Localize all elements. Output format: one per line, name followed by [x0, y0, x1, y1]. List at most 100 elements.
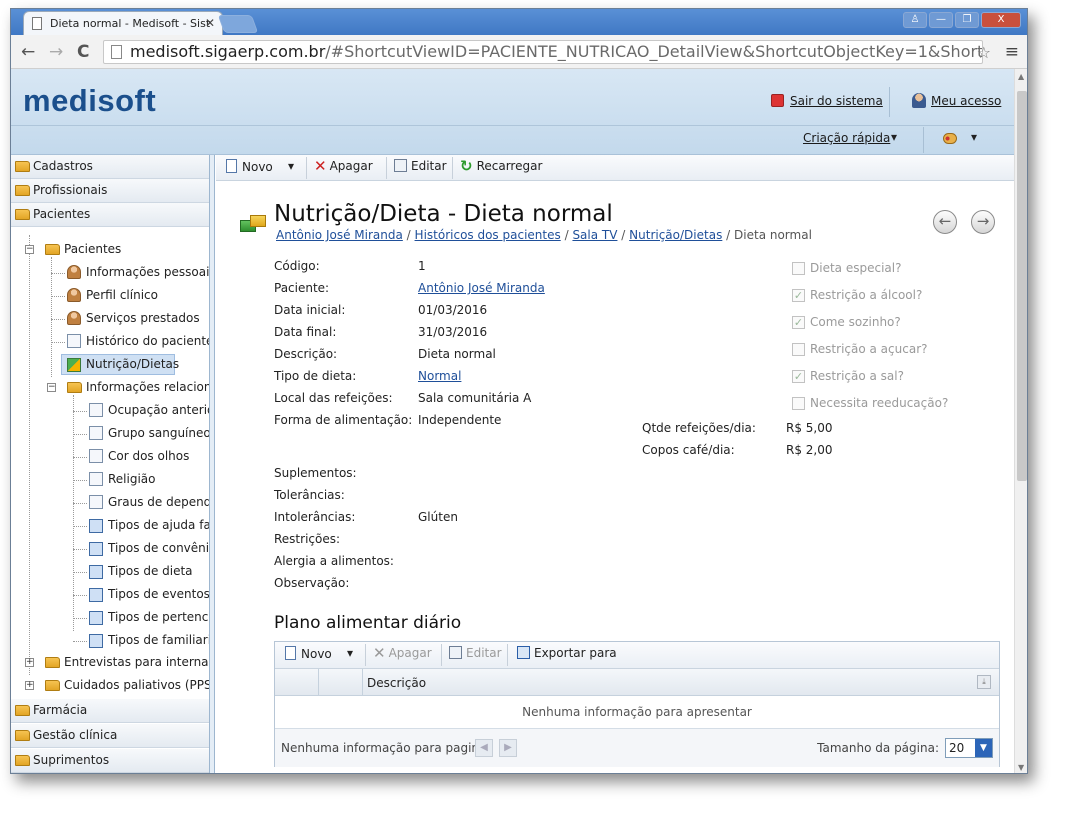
tree-node-tipos-convenio[interactable]: Tipos de convênio: [108, 541, 209, 555]
diet-type-link[interactable]: Normal: [418, 369, 461, 383]
export-button[interactable]: Exportar para: [517, 646, 617, 660]
tree-node-entrevistas[interactable]: Entrevistas para internação: [64, 655, 209, 669]
grid-edit-button[interactable]: Editar: [449, 646, 502, 660]
checkbox-reeducacao[interactable]: Necessita reeducação?: [792, 396, 948, 410]
grid-new-button[interactable]: Novo: [285, 646, 332, 661]
tree-node-tipos-familiaridade[interactable]: Tipos de familiarida: [108, 633, 209, 647]
minimize-button[interactable]: —: [929, 12, 953, 28]
tree-node-tipos-dieta[interactable]: Tipos de dieta: [108, 564, 193, 578]
tree-node-tipos-ajuda[interactable]: Tipos de ajuda fam: [108, 518, 209, 532]
main-content: Novo ▾ ✕ Apagar Editar ↻ Recarregar Nutriç…: [216, 155, 1014, 773]
breadcrumb-link[interactable]: Sala TV: [572, 228, 617, 242]
next-page-button[interactable]: ▶: [499, 739, 517, 757]
scrollbar-thumb[interactable]: [1017, 91, 1027, 481]
sidebar-group-pacientes[interactable]: Pacientes: [11, 203, 209, 227]
sidebar-group-profissionais[interactable]: Profissionais: [11, 179, 209, 203]
scroll-up-icon[interactable]: ▲: [1018, 72, 1024, 81]
tree-node-nutricao-dietas[interactable]: Nutrição/Dietas: [86, 357, 179, 371]
tree-node-grupo-sanguineo[interactable]: Grupo sanguíneo: [108, 426, 209, 440]
select-column[interactable]: [275, 669, 319, 696]
splitter[interactable]: [210, 155, 215, 773]
tree-node-historico-paciente[interactable]: Histórico do paciente: [86, 334, 209, 348]
divider: [441, 644, 442, 666]
edit-button[interactable]: Editar: [394, 159, 447, 173]
window-controls: ♙ — ❐ X: [903, 12, 1021, 28]
checkbox-restricao-sal[interactable]: ✓ Restrição a sal?: [792, 369, 904, 383]
url-input[interactable]: medisoft.sigaerp.com.br/#ShortcutViewID=…: [103, 40, 983, 64]
sidebar-group-cadastros[interactable]: Cadastros: [11, 155, 209, 179]
chevron-down-icon[interactable]: ▾: [347, 646, 353, 660]
breadcrumb-separator: /: [621, 228, 626, 242]
tree-node-pacientes[interactable]: Pacientes: [64, 242, 121, 256]
tree-node-religiao[interactable]: Religião: [108, 472, 156, 486]
expand-toggle[interactable]: +: [25, 681, 34, 690]
reload-button[interactable]: ↻ Recarregar: [460, 157, 542, 175]
star-icon[interactable]: ☆: [977, 43, 991, 62]
logout-link[interactable]: Sair do sistema: [790, 94, 883, 108]
breadcrumb-link[interactable]: Nutrição/Dietas: [629, 228, 722, 242]
patient-link[interactable]: Antônio José Miranda: [418, 281, 545, 295]
scroll-down-icon[interactable]: ▼: [1018, 763, 1024, 772]
page-size-select[interactable]: 20 ▼: [945, 738, 993, 758]
tree-node-graus-dependencia[interactable]: Graus de dependê: [108, 495, 209, 509]
sidebar-group-farmacia[interactable]: Farmácia: [11, 699, 209, 723]
previous-page-button[interactable]: ◀: [475, 739, 493, 757]
grid-pager: Nenhuma informação para paginar ◀ ▶ Tama…: [275, 728, 999, 767]
palette-icon[interactable]: [943, 133, 957, 144]
maximize-button[interactable]: ❐: [955, 12, 979, 28]
browser-tab[interactable]: Dieta normal - Medisoft - Sist ✕: [23, 11, 223, 35]
previous-record-button[interactable]: ←: [933, 210, 957, 234]
new-button[interactable]: Novo: [226, 159, 273, 174]
delete-icon: ✕: [314, 157, 327, 175]
tree-node-servicos-prestados[interactable]: Serviços prestados: [86, 311, 200, 325]
breadcrumb-link[interactable]: Antônio José Miranda: [276, 228, 403, 242]
sidebar-group-gestao-clinica[interactable]: Gestão clínica: [11, 724, 209, 748]
reload-icon[interactable]: C: [77, 42, 89, 62]
tree-node-ocupacao-anterior[interactable]: Ocupação anterior: [108, 403, 209, 417]
back-icon[interactable]: ←: [21, 42, 35, 62]
tree-node-cuidados-paliativos[interactable]: Cuidados paliativos (PPS): [64, 678, 209, 692]
new-tab-button[interactable]: [217, 15, 259, 33]
breadcrumb: Antônio José Miranda / Históricos dos pa…: [276, 228, 812, 242]
grid-delete-button[interactable]: ✕ Apagar: [373, 644, 432, 662]
close-window-button[interactable]: X: [981, 12, 1021, 28]
chevron-down-icon[interactable]: ▾: [288, 159, 294, 173]
tree-node-perfil-clinico[interactable]: Perfil clínico: [86, 288, 158, 302]
chevron-down-icon[interactable]: ▾: [971, 130, 977, 144]
field-value: Independente: [418, 413, 502, 427]
tree-node-cor-dos-olhos[interactable]: Cor dos olhos: [108, 449, 189, 463]
tree-node-tipos-pertence[interactable]: Tipos de pertence: [108, 610, 209, 624]
tree-node-tipos-eventos[interactable]: Tipos de eventos: [108, 587, 209, 601]
my-access-link[interactable]: Meu acesso: [931, 94, 1001, 108]
field-value: Glúten: [418, 510, 458, 524]
quick-create-link[interactable]: Criação rápida: [803, 131, 890, 145]
collapse-toggle[interactable]: −: [47, 383, 56, 392]
reload-label: Recarregar: [476, 159, 543, 173]
collapse-toggle[interactable]: −: [25, 245, 34, 254]
checkbox-restricao-acucar[interactable]: Restrição a açucar?: [792, 342, 928, 356]
field-label: Intolerâncias:: [274, 510, 356, 524]
sidebar-group-suprimentos[interactable]: Suprimentos: [11, 749, 209, 773]
scrollbar[interactable]: ▲ ▼: [1014, 69, 1027, 773]
delete-button[interactable]: ✕ Apagar: [314, 157, 373, 175]
user-icon[interactable]: ♙: [903, 12, 927, 28]
checkbox-restricao-alcool[interactable]: ✓ Restrição a álcool?: [792, 288, 922, 302]
tree-node-informacoes-relacionadas[interactable]: Informações relacionad: [86, 380, 209, 394]
column-header-descricao[interactable]: Descrição: [367, 676, 426, 690]
document-icon: [89, 472, 103, 486]
tree-node-informacoes-pessoais[interactable]: Informações pessoais: [86, 265, 209, 279]
checkbox-come-sozinho[interactable]: ✓ Come sozinho?: [792, 315, 901, 329]
checkbox-label: Come sozinho?: [810, 315, 901, 329]
menu-icon[interactable]: ≡: [1005, 42, 1019, 62]
expand-toggle[interactable]: +: [25, 658, 34, 667]
breadcrumb-link[interactable]: Históricos dos pacientes: [415, 228, 561, 242]
next-record-button[interactable]: →: [971, 210, 995, 234]
forward-icon[interactable]: →: [49, 42, 63, 62]
close-icon[interactable]: ✕: [205, 16, 215, 30]
column-chooser-icon[interactable]: ⤓: [977, 675, 991, 689]
chevron-down-icon[interactable]: ▾: [891, 130, 897, 144]
browser-window: Dieta normal - Medisoft - Sist ✕ ♙ — ❐ X…: [10, 8, 1028, 774]
field-label: Tipo de dieta:: [274, 369, 357, 383]
checkbox-dieta-especial[interactable]: Dieta especial?: [792, 261, 901, 275]
tree-line: [51, 273, 65, 274]
